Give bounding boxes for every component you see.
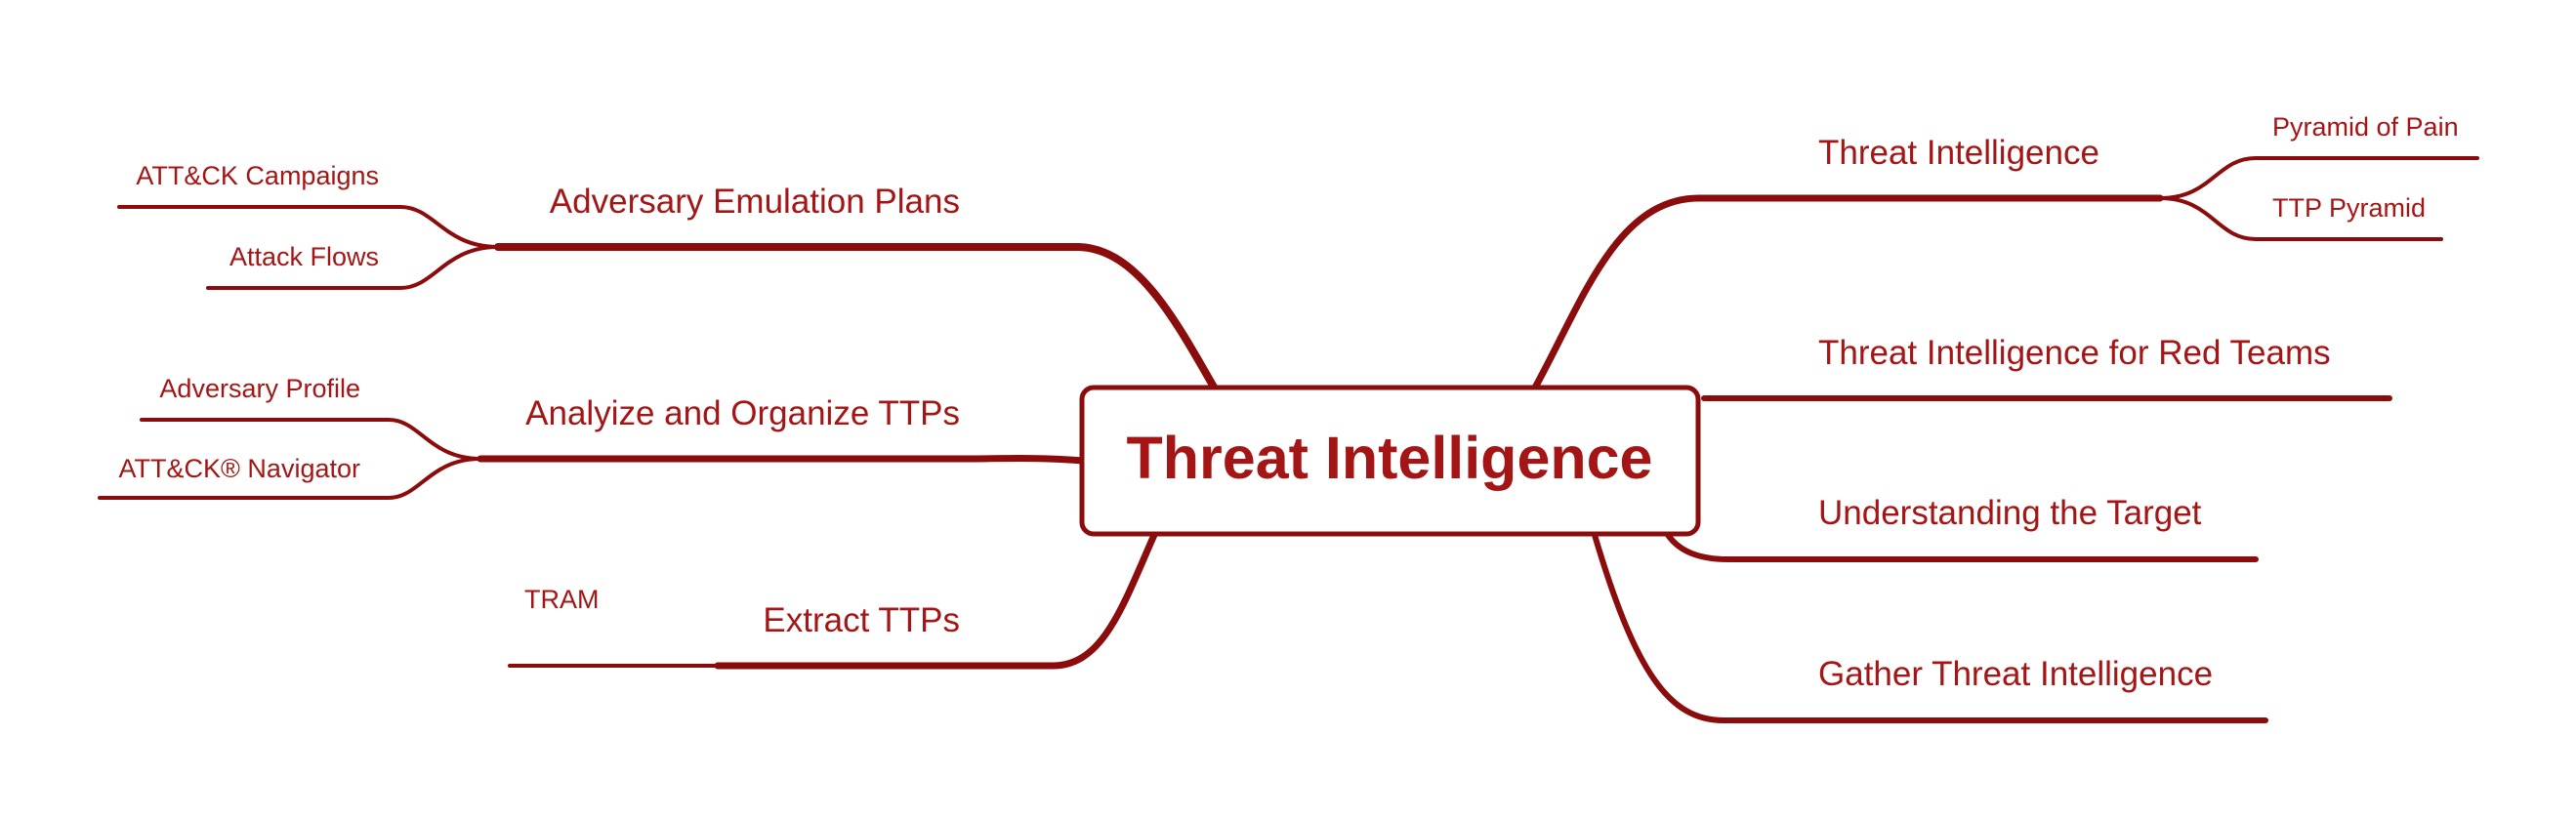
connector-analyize-organize-ttps — [477, 455, 1088, 465]
central-node[interactable]: Threat Intelligence — [1079, 385, 1701, 537]
connector-adversary-profile — [140, 418, 482, 461]
branch-analyize-organize-ttps[interactable]: Analyize and Organize TTPs — [525, 394, 960, 432]
connector-attack-campaigns — [117, 205, 500, 249]
connector-understanding-target — [1665, 532, 2259, 562]
branch-gather-threat-intel[interactable]: Gather Threat Intelligence — [1818, 655, 2213, 693]
mindmap-canvas: Threat Intelligence Adversary Emulation … — [98, 112, 2479, 723]
leaf-tram[interactable]: TRAM — [524, 585, 600, 614]
leaf-attack-navigator[interactable]: ATT&CK® Navigator — [119, 454, 360, 483]
branch-red-teams[interactable]: Threat Intelligence for Red Teams — [1818, 334, 2331, 372]
leaf-attack-campaigns[interactable]: ATT&CK Campaigns — [136, 161, 379, 190]
branch-adversary-emulation-plans[interactable]: Adversary Emulation Plans — [550, 183, 960, 221]
leaf-adversary-profile[interactable]: Adversary Profile — [159, 374, 360, 403]
leaf-attack-flows[interactable]: Attack Flows — [229, 242, 379, 271]
central-node-label: Threat Intelligence — [1127, 425, 1653, 491]
leaf-ttp-pyramid[interactable]: TTP Pyramid — [2272, 193, 2426, 223]
leaf-pyramid-of-pain[interactable]: Pyramid of Pain — [2272, 112, 2459, 142]
connector-pyramid-of-pain — [2158, 156, 2479, 200]
branch-understanding-target[interactable]: Understanding the Target — [1818, 494, 2202, 532]
connector-adversary-emulation-plans — [494, 243, 1220, 394]
connector-extract-ttps — [714, 531, 1158, 670]
branch-threat-intelligence[interactable]: Threat Intelligence — [1818, 134, 2099, 172]
branch-extract-ttps[interactable]: Extract TTPs — [763, 601, 960, 639]
